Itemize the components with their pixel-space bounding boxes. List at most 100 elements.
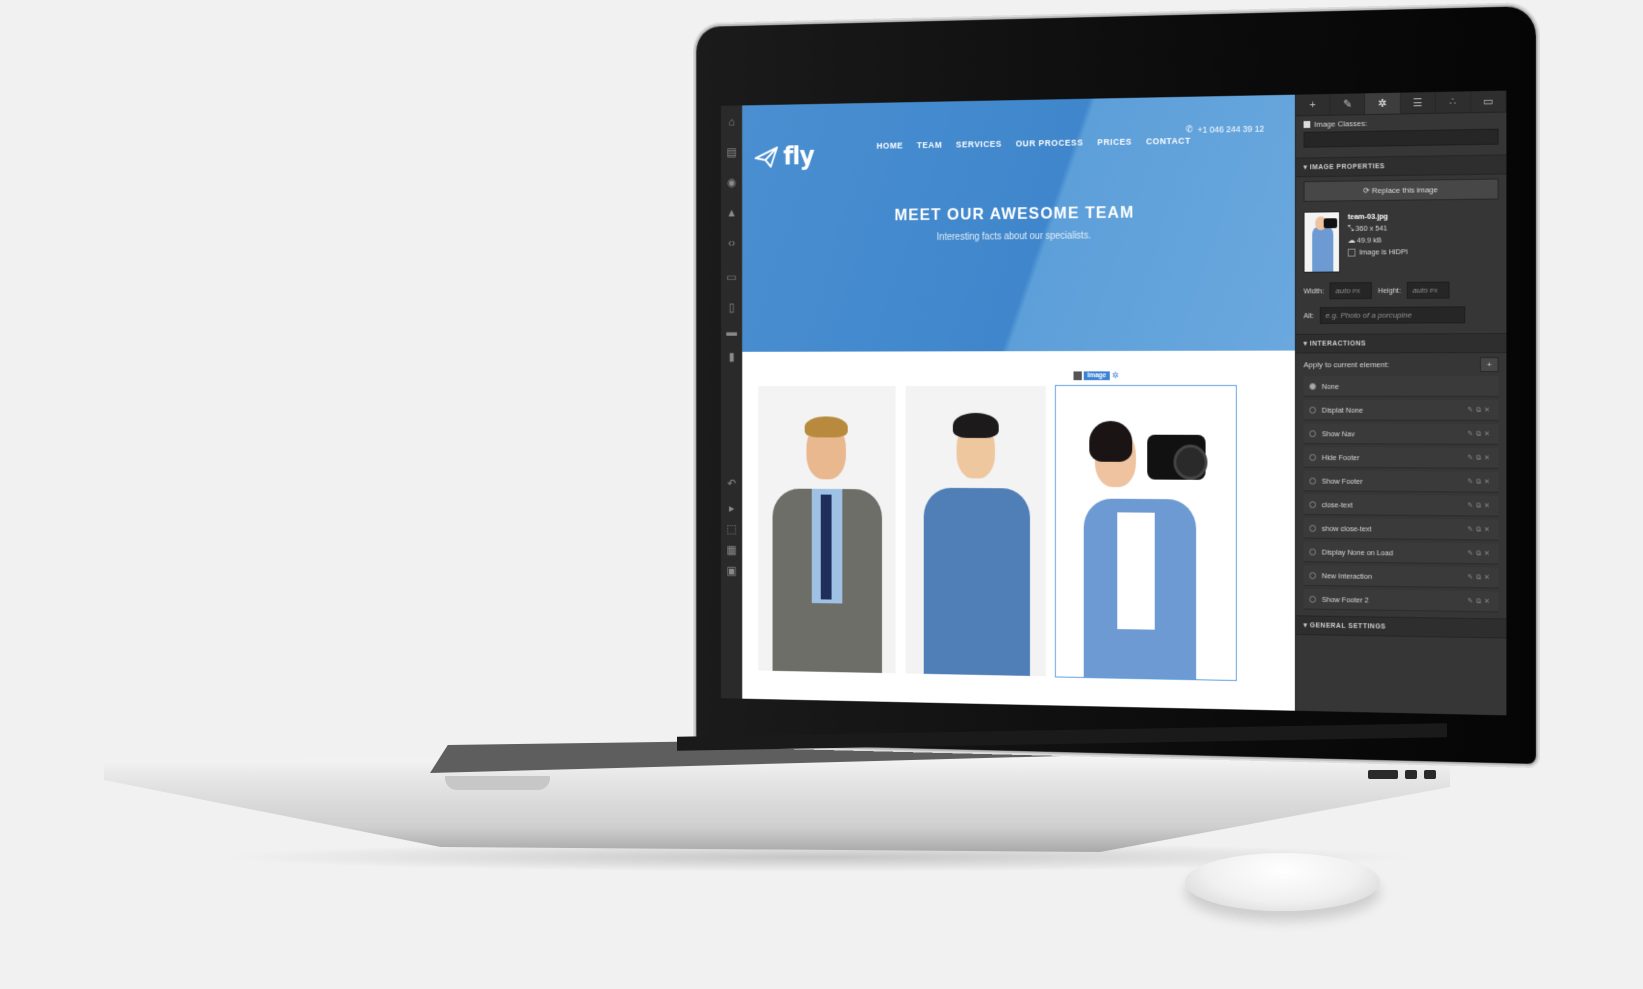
- site-logo[interactable]: fly: [755, 142, 814, 171]
- interaction-item[interactable]: Displat None ✎⧉✕: [1303, 399, 1499, 421]
- file-name: team-03.jpg: [1347, 211, 1389, 222]
- team-card-2[interactable]: [905, 385, 1046, 677]
- code-icon[interactable]: ‹›: [725, 236, 737, 249]
- paper-plane-icon: [755, 147, 778, 168]
- interaction-item[interactable]: Show Nav ✎⧉✕: [1303, 423, 1499, 445]
- grid-icon[interactable]: ▦: [725, 543, 737, 556]
- team-photo-2: [907, 403, 1044, 677]
- hidpi-label: Image is HiDPI: [1359, 247, 1408, 257]
- hero-subtitle: Interesting facts about our specialists.: [936, 230, 1091, 243]
- nav-prices[interactable]: PRICES: [1097, 137, 1132, 147]
- edit-duplicate-delete-icons[interactable]: ✎⧉✕: [1467, 573, 1492, 582]
- inspector-panel: + ✎ ✲ ☰ ∴ ▭ Image Classes: ▾ IMAGE PROPE…: [1294, 90, 1507, 716]
- eye-icon[interactable]: ◉: [725, 176, 737, 189]
- radio-icon[interactable]: [1309, 500, 1317, 508]
- general-settings-header[interactable]: ▾ GENERAL SETTINGS: [1295, 615, 1507, 639]
- team-photo-1: [760, 403, 895, 674]
- nav-services[interactable]: SERVICES: [956, 139, 1002, 149]
- edit-duplicate-delete-icons[interactable]: ✎⧉✕: [1467, 429, 1492, 438]
- replace-image-label: Replace this image: [1371, 185, 1438, 196]
- interaction-item[interactable]: Display None on Load ✎⧉✕: [1303, 541, 1499, 565]
- interaction-item[interactable]: Hide Footer ✎⧉✕: [1303, 447, 1499, 469]
- radio-icon[interactable]: [1309, 524, 1317, 532]
- mobile-portrait-icon[interactable]: ▮: [725, 350, 737, 363]
- gear-icon[interactable]: ✲: [1112, 370, 1119, 381]
- nav-contact[interactable]: CONTACT: [1146, 136, 1191, 146]
- height-input[interactable]: auto PX: [1406, 281, 1450, 299]
- width-label: Width:: [1303, 286, 1324, 296]
- width-unit[interactable]: PX: [1353, 289, 1361, 295]
- nav-home[interactable]: HOME: [877, 141, 904, 151]
- nav-our-process[interactable]: OUR PROCESS: [1016, 138, 1084, 149]
- edit-duplicate-delete-icons[interactable]: ✎⧉✕: [1467, 501, 1492, 510]
- interaction-label: Display None on Load: [1321, 547, 1393, 557]
- file-size: 49.9 kB: [1356, 235, 1382, 245]
- interaction-item[interactable]: Show Footer ✎⧉✕: [1303, 470, 1499, 493]
- team-card-1[interactable]: [758, 385, 896, 674]
- interaction-label: Displat None: [1321, 405, 1364, 415]
- radio-icon[interactable]: [1309, 548, 1317, 555]
- brush-icon[interactable]: ✎: [1330, 93, 1366, 115]
- interaction-label: Hide Footer: [1321, 452, 1360, 462]
- radio-icon[interactable]: [1309, 382, 1317, 390]
- desktop-view-icon[interactable]: ▭: [725, 270, 737, 283]
- hero-section: fly HOME TEAM SERVICES OUR PROCESS PRICE…: [742, 94, 1295, 352]
- edit-duplicate-delete-icons[interactable]: ✎⧉✕: [1467, 477, 1492, 486]
- radio-icon[interactable]: [1309, 595, 1317, 603]
- edit-duplicate-delete-icons[interactable]: ✎⧉✕: [1467, 405, 1492, 414]
- page-icon[interactable]: ▤: [725, 145, 737, 158]
- layout-icon[interactable]: ▣: [725, 564, 737, 577]
- team-card-3-selected[interactable]: [1054, 384, 1237, 682]
- height-unit[interactable]: PX: [1430, 289, 1438, 295]
- radio-icon[interactable]: [1309, 429, 1317, 437]
- width-input[interactable]: auto PX: [1329, 282, 1373, 300]
- interaction-item[interactable]: None: [1303, 376, 1499, 397]
- hidpi-checkbox[interactable]: [1347, 248, 1356, 257]
- interaction-label: close-text: [1321, 499, 1353, 509]
- gear-icon[interactable]: ✲: [1365, 92, 1401, 115]
- image-info: team-03.jpg ⤡ 360 x 541 ☁ 49.9 kB Image …: [1296, 203, 1507, 278]
- edit-duplicate-delete-icons[interactable]: ✎⧉✕: [1467, 453, 1492, 462]
- image-classes-input[interactable]: [1303, 128, 1499, 148]
- rocket-icon[interactable]: ▲: [725, 206, 737, 219]
- apply-row: Apply to current element: +: [1296, 353, 1507, 376]
- mobile-landscape-icon[interactable]: ▬: [725, 325, 737, 338]
- radio-icon[interactable]: [1309, 477, 1317, 485]
- radio-icon[interactable]: [1309, 406, 1317, 414]
- site-nav: HOME TEAM SERVICES OUR PROCESS PRICES CO…: [877, 136, 1191, 151]
- interaction-item[interactable]: New Interaction ✎⧉✕: [1303, 565, 1499, 589]
- radio-icon[interactable]: [1309, 571, 1317, 579]
- edit-duplicate-delete-icons[interactable]: ✎⧉✕: [1467, 549, 1492, 558]
- hero-title: MEET OUR AWESOME TEAM: [894, 202, 1135, 225]
- phone-number[interactable]: ✆ +1 046 244 39 12: [1186, 123, 1265, 135]
- list-icon[interactable]: ☰: [1400, 91, 1436, 114]
- home-icon[interactable]: ⌂: [725, 115, 737, 128]
- interaction-list: None Displat None ✎⧉✕ Show Nav ✎⧉✕ Hide Fo…: [1296, 376, 1507, 613]
- preview-icon[interactable]: ▸: [725, 501, 737, 514]
- image-dimensions: 360 x 541: [1355, 223, 1388, 233]
- width-value: auto: [1335, 286, 1351, 296]
- radio-icon[interactable]: [1309, 453, 1317, 461]
- laptop-ports: [1368, 770, 1436, 779]
- undo-redo-icon[interactable]: ↶: [725, 477, 737, 490]
- nav-team[interactable]: TEAM: [917, 140, 942, 150]
- alt-input[interactable]: e.g. Photo of a porcupine: [1319, 306, 1466, 324]
- drops-icon[interactable]: ∴: [1435, 91, 1471, 113]
- selection-tag[interactable]: Image ✲: [1073, 370, 1119, 381]
- interaction-label: Show Footer: [1321, 476, 1363, 486]
- add-element-icon[interactable]: +: [1295, 93, 1331, 116]
- folder-icon[interactable]: ▭: [1470, 90, 1507, 113]
- interaction-item[interactable]: show close-text ✎⧉✕: [1303, 517, 1499, 541]
- tablet-view-icon[interactable]: ▯: [725, 301, 737, 314]
- team-photo-3: [1061, 405, 1230, 681]
- select-icon[interactable]: ⬚: [725, 522, 737, 535]
- replace-image-button[interactable]: ⟳ Replace this image: [1303, 178, 1499, 202]
- edit-duplicate-delete-icons[interactable]: ✎⧉✕: [1467, 597, 1492, 606]
- interaction-item[interactable]: close-text ✎⧉✕: [1303, 494, 1499, 517]
- add-interaction-button[interactable]: +: [1480, 357, 1499, 373]
- edit-duplicate-delete-icons[interactable]: ✎⧉✕: [1467, 525, 1492, 534]
- interactions-header[interactable]: ▾ INTERACTIONS: [1295, 333, 1507, 354]
- alt-row: Alt: e.g. Photo of a porcupine: [1296, 302, 1507, 328]
- laptop-lid: ⌂ ▤ ◉ ▲ ‹› ▭ ▯ ▬ ▮ ↶ ▸ ⬚ ▦ ▣ fly HOME TE…: [696, 6, 1536, 764]
- interaction-item[interactable]: Show Footer 2 ✎⧉✕: [1303, 588, 1499, 613]
